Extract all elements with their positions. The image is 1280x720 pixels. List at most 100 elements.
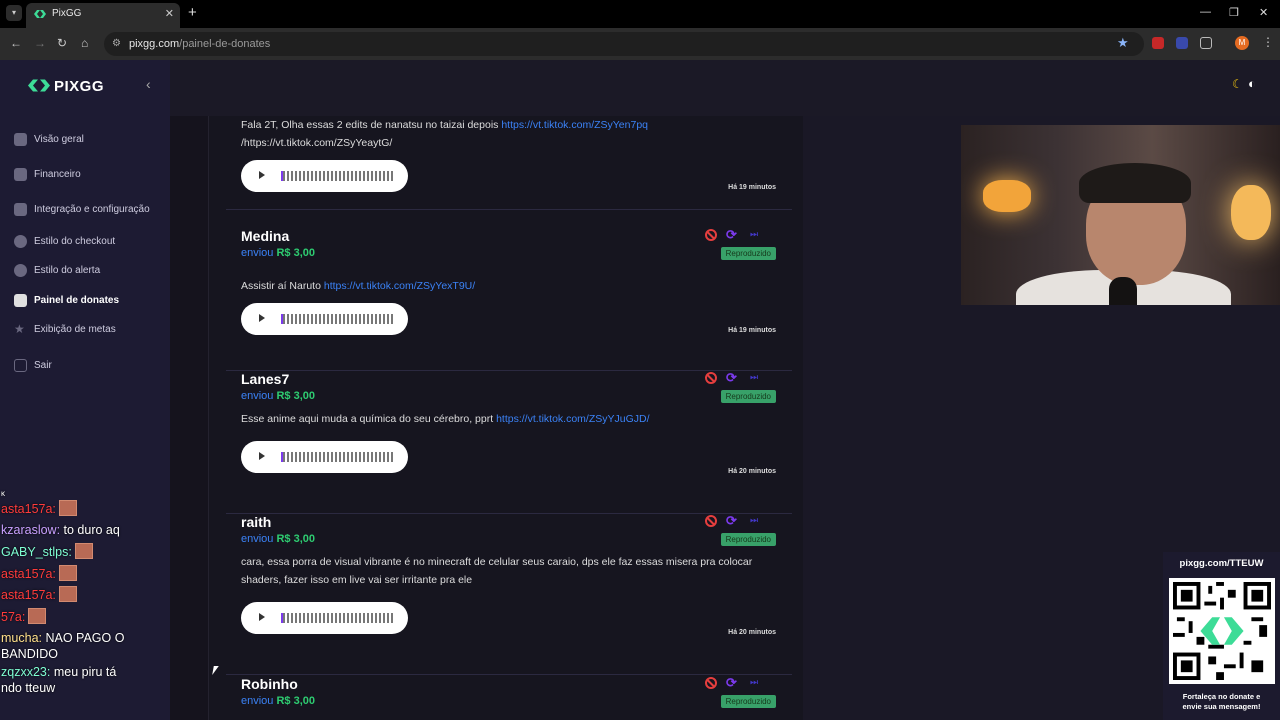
sidebar-item-visao-geral[interactable]: Visão geral: [0, 128, 170, 152]
integration-icon: [14, 203, 27, 216]
donation-amount-line: enviou R$ 3,00: [241, 247, 315, 259]
play-icon[interactable]: [259, 314, 265, 322]
block-icon[interactable]: [705, 515, 717, 527]
home-icon: [14, 133, 27, 146]
sidebar-item-painel-donates[interactable]: Painel de donates: [0, 289, 170, 313]
emote-image: [58, 586, 77, 602]
skip-icon[interactable]: ⏭: [750, 229, 758, 240]
skip-icon[interactable]: ⏭: [750, 677, 758, 688]
audio-player[interactable]: [241, 303, 408, 335]
chat-message: kzaraslow: to duro aq: [1, 523, 120, 537]
donation-actions: ⟳ ⏭: [705, 513, 765, 529]
replay-icon[interactable]: ⟳: [726, 370, 737, 386]
sidebar-item-label: Estilo do alerta: [34, 265, 101, 276]
logo-text: PIXGG: [54, 78, 105, 95]
emote-image: [74, 543, 93, 559]
donation-actions: ⟳ ⏭: [705, 370, 765, 386]
donation-message-line2: /https://vt.tiktok.com/ZSyYeaytG/: [241, 137, 393, 149]
replay-icon[interactable]: ⟳: [726, 675, 737, 691]
pixgg-favicon-icon: [34, 10, 46, 18]
chat-message: asta157a:: [1, 585, 77, 607]
status-badge: Reproduzido: [720, 390, 776, 403]
play-icon[interactable]: [259, 613, 265, 621]
sidebar-item-exibicao-metas[interactable]: ★ Exibição de metas: [0, 318, 170, 342]
site-info-icon[interactable]: ⚙: [112, 32, 121, 56]
microphone: [1109, 277, 1137, 305]
sidebar-item-integracao[interactable]: Integração e configuração: [0, 198, 170, 222]
extension-icon[interactable]: [1176, 37, 1188, 49]
replay-icon[interactable]: ⟳: [726, 227, 737, 243]
reload-icon[interactable]: ↻: [57, 36, 67, 50]
block-icon[interactable]: [705, 229, 717, 241]
logo[interactable]: PIXGG: [28, 78, 104, 95]
donation-amount-line: enviou R$ 3,00: [241, 390, 315, 402]
extensions-puzzle-icon[interactable]: [1200, 37, 1212, 49]
palette-icon: [14, 264, 27, 277]
bookmark-star-icon[interactable]: ★: [1117, 35, 1129, 51]
block-icon[interactable]: [705, 677, 717, 689]
sidebar-item-sair[interactable]: Sair: [0, 354, 170, 378]
restore-icon[interactable]: ❐: [1229, 6, 1239, 19]
back-icon[interactable]: ←: [10, 36, 22, 50]
block-icon[interactable]: [705, 372, 717, 384]
donation-amount: R$ 3,00: [276, 533, 316, 545]
theme-toggle-icon[interactable]: ◐: [1248, 76, 1256, 91]
sidebar-item-estilo-checkout[interactable]: Estilo do checkout: [0, 230, 170, 254]
minimize-icon[interactable]: —: [1200, 6, 1211, 18]
url-domain: pixgg.com: [129, 38, 180, 50]
pixgg-logo-icon: [28, 79, 50, 92]
donation-link[interactable]: https://vt.tiktok.com/ZSyYJuGJD/: [496, 413, 649, 425]
browser-tab-strip: ▾ PixGG ✕ + — ❐ ✕: [0, 0, 1280, 28]
donation-amount-line: enviou R$ 3,00: [241, 533, 315, 545]
donation-actions: ⟳ ⏭: [705, 227, 765, 243]
forward-icon[interactable]: →: [34, 36, 46, 50]
sidebar-item-estilo-alerta[interactable]: Estilo do alerta: [0, 259, 170, 283]
close-window-icon[interactable]: ✕: [1259, 6, 1268, 19]
sidebar-item-label: Painel de donates: [34, 295, 120, 306]
wallet-icon: [14, 168, 27, 181]
waveform[interactable]: [281, 452, 394, 462]
donation-amount: R$ 3,00: [276, 247, 316, 259]
waveform[interactable]: [281, 613, 394, 623]
replay-icon[interactable]: ⟳: [726, 513, 737, 529]
play-icon[interactable]: [259, 452, 265, 460]
address-bar[interactable]: ⚙ pixgg.com/painel-de-donates: [104, 32, 1144, 56]
browser-menu-icon[interactable]: ⋮: [1262, 35, 1274, 49]
qr-url: pixgg.com/TTEUW: [1179, 558, 1264, 569]
sidebar-item-financeiro[interactable]: Financeiro: [0, 163, 170, 187]
profile-avatar[interactable]: M: [1235, 36, 1249, 50]
sent-verb: enviou: [241, 247, 274, 259]
donation-time: Há 20 minutos: [728, 629, 776, 636]
play-icon[interactable]: [259, 171, 265, 179]
audio-player[interactable]: [241, 441, 408, 473]
tab-search-icon[interactable]: ▾: [6, 5, 22, 21]
qr-code: [1169, 578, 1275, 684]
donor-name: Medina: [241, 228, 290, 244]
donation-link[interactable]: https://vt.tiktok.com/ZSyYen7pq: [501, 119, 648, 131]
skip-icon[interactable]: ⏭: [750, 372, 758, 383]
lamp-glow: [983, 180, 1031, 212]
extension-icon[interactable]: [1152, 37, 1164, 49]
collapse-sidebar-icon[interactable]: ‹: [146, 76, 151, 92]
moon-icon[interactable]: ☾: [1232, 77, 1243, 91]
waveform[interactable]: [281, 171, 394, 181]
chat-message-continued: ndo tteuw: [1, 681, 56, 695]
skip-icon[interactable]: ⏭: [750, 515, 758, 526]
donation-card: Medina enviou R$ 3,00 ⟳ ⏭ Reproduzido Ass…: [226, 227, 792, 371]
sent-verb: enviou: [241, 695, 274, 707]
home-icon[interactable]: ⌂: [81, 36, 88, 50]
close-tab-icon[interactable]: ✕: [165, 3, 174, 25]
donation-card: Lanes7 enviou R$ 3,00 ⟳ ⏭ Reproduzido Ess…: [226, 370, 792, 514]
donation-card: Fala 2T, Olha essas 2 edits de nanatsu n…: [226, 116, 792, 210]
audio-player[interactable]: [241, 602, 408, 634]
donation-link[interactable]: https://vt.tiktok.com/ZSyYexT9U/: [324, 280, 475, 292]
donation-message: Esse anime aqui muda a química do seu cé…: [241, 413, 650, 425]
donation-message: Fala 2T, Olha essas 2 edits de nanatsu n…: [241, 119, 649, 149]
url-path: /painel-de-donates: [179, 38, 271, 50]
waveform[interactable]: [281, 314, 394, 324]
audio-player[interactable]: [241, 160, 408, 192]
new-tab-button[interactable]: +: [188, 4, 197, 21]
donation-qr-widget: pixgg.com/TTEUW Fortaleça no donate e env…: [1163, 552, 1280, 720]
sidebar-item-label: Sair: [34, 360, 52, 371]
browser-tab[interactable]: PixGG ✕: [26, 3, 180, 28]
